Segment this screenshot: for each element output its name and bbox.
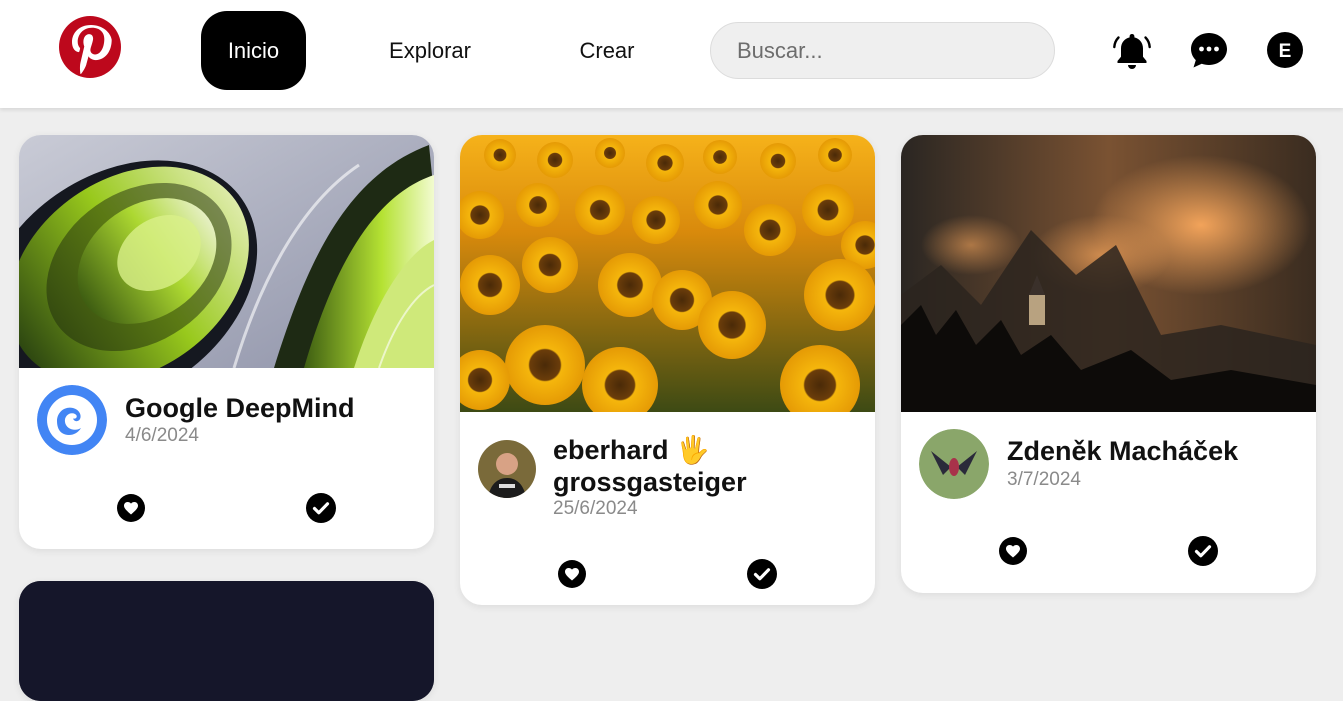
pin-card[interactable]: Google DeepMind 4/6/2024	[19, 135, 434, 549]
top-navigation-bar: Inicio Explorar Crear E	[0, 0, 1343, 108]
pin-image[interactable]	[19, 135, 434, 368]
nav-explorar[interactable]: Explorar	[360, 11, 500, 90]
profile-initial: E	[1279, 41, 1292, 62]
pin-image[interactable]	[901, 135, 1316, 412]
pin-author[interactable]: eberhard 🖐 grossgasteiger	[553, 434, 853, 498]
pin-date: 3/7/2024	[1007, 469, 1081, 490]
pin-grid: Google DeepMind 4/6/2024 eberhard 🖐 gros…	[0, 108, 1343, 701]
nav-inicio[interactable]: Inicio	[201, 11, 306, 90]
pin-card[interactable]	[19, 581, 434, 701]
pin-image[interactable]	[19, 581, 434, 701]
pinterest-logo-icon[interactable]	[58, 15, 122, 79]
avatar[interactable]	[919, 429, 989, 499]
profile-icon[interactable]: E	[1266, 31, 1306, 71]
pin-image[interactable]	[460, 135, 875, 412]
check-icon[interactable]	[1187, 535, 1219, 567]
nav-crear[interactable]: Crear	[552, 11, 662, 90]
avatar[interactable]	[478, 440, 536, 498]
pin-author[interactable]: Zdeněk Macháček	[1007, 435, 1307, 467]
pin-date: 25/6/2024	[553, 498, 638, 519]
heart-icon[interactable]	[115, 492, 147, 524]
pin-card[interactable]: Zdeněk Macháček 3/7/2024	[901, 135, 1316, 593]
pin-author[interactable]: Google DeepMind	[125, 392, 425, 424]
pin-date: 4/6/2024	[125, 425, 199, 446]
check-icon[interactable]	[746, 558, 778, 590]
search-input[interactable]	[710, 22, 1055, 79]
pin-card[interactable]: eberhard 🖐 grossgasteiger 25/6/2024	[460, 135, 875, 605]
bell-icon[interactable]	[1112, 30, 1152, 70]
check-icon[interactable]	[305, 492, 337, 524]
avatar[interactable]	[37, 385, 107, 455]
heart-icon[interactable]	[997, 535, 1029, 567]
heart-icon[interactable]	[556, 558, 588, 590]
messages-icon[interactable]	[1189, 30, 1229, 70]
